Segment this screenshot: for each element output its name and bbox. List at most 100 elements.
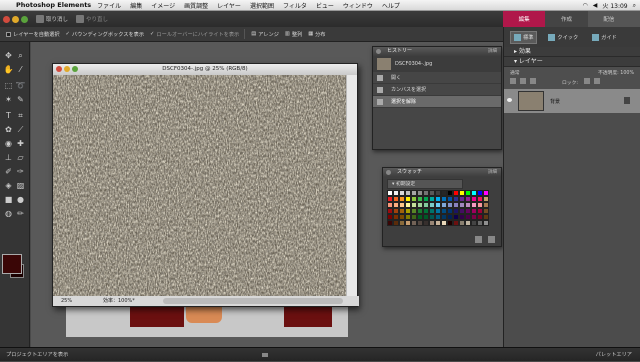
highlight-rollover-option[interactable]: ✓ ロールオーバーにハイライトを表示 (150, 31, 239, 38)
history-menu-button[interactable]: 詳細 (488, 47, 497, 56)
gradient-tool-icon[interactable]: ▨ (15, 180, 26, 191)
pencil-tool-icon[interactable]: ✏ (15, 208, 26, 219)
sponge-tool-icon[interactable]: ◍ (3, 208, 14, 219)
close-document-icon[interactable] (56, 66, 62, 72)
eye-icon[interactable] (507, 98, 512, 102)
tab-share[interactable]: 配信 (587, 11, 630, 27)
minimize-document-icon[interactable] (64, 66, 70, 72)
brush-tool-icon[interactable]: ✐ (3, 166, 14, 177)
menu-select[interactable]: 選択範囲 (250, 1, 274, 10)
lasso-tool-icon[interactable]: ➰ (15, 80, 26, 91)
auto-select-checkbox[interactable] (6, 31, 11, 37)
menu-help[interactable]: ヘルプ (382, 1, 400, 10)
swatches-panel-header[interactable]: スウォッチ 詳細 (383, 168, 501, 177)
hand-tool-icon[interactable]: ✋ (3, 64, 14, 75)
quick-edit-label: クイック (557, 34, 579, 41)
swatch-preset-select[interactable]: ▾ 初期設定 (387, 179, 463, 189)
show-bbox-option[interactable]: ✓ バウンディングボックスを表示 (66, 31, 144, 38)
eyedropper-tool-icon[interactable]: ⁄ (15, 64, 26, 75)
quick-edit-button[interactable]: クイック (545, 32, 581, 43)
delete-layer-icon[interactable] (530, 78, 536, 84)
close-panel-icon[interactable] (386, 170, 391, 175)
type-tool-icon[interactable]: T (3, 110, 14, 121)
minimize-window-icon[interactable] (12, 15, 19, 23)
guided-edit-button[interactable]: ガイド (589, 32, 620, 43)
history-snapshot[interactable]: DSCF0304-.jpg (373, 56, 501, 72)
spotlight-icon[interactable]: ⌕ (633, 2, 636, 10)
image-strip (130, 307, 184, 327)
adjustment-layer-icon[interactable] (520, 78, 526, 84)
tab-create[interactable]: 作成 (545, 11, 588, 27)
palette-bin-toggle[interactable]: パレットエリア (596, 348, 632, 362)
smart-brush-tool-icon[interactable]: ✑ (15, 166, 26, 177)
resize-handle-icon[interactable] (262, 353, 268, 357)
zoom-document-icon[interactable] (72, 66, 78, 72)
layers-section-header[interactable]: ▾ レイヤー (504, 57, 640, 67)
eraser-tool-icon[interactable]: ▱ (15, 152, 26, 163)
blur-tool-icon[interactable]: ● (15, 194, 26, 205)
straighten-tool-icon[interactable]: ⟋ (15, 124, 26, 135)
lock-transparency-icon[interactable] (584, 78, 590, 84)
swatches-menu-button[interactable]: 詳細 (488, 168, 497, 177)
blend-mode-select[interactable]: 通常 (510, 69, 520, 76)
history-state-deselect[interactable]: 選択を解除 (373, 96, 501, 108)
zoom-level[interactable]: 25% (61, 296, 72, 306)
lock-all-icon[interactable] (594, 78, 600, 84)
zoom-window-icon[interactable] (21, 15, 28, 23)
zoom-tool-icon[interactable]: ⌕ (15, 50, 26, 61)
show-project-bin-toggle[interactable]: プロジェクトエリアを表示 (6, 348, 68, 362)
selection-brush-tool-icon[interactable]: ✎ (15, 94, 26, 105)
cookie-cutter-tool-icon[interactable]: ✿ (3, 124, 14, 135)
marquee-tool-icon[interactable]: ⬚ (3, 80, 14, 91)
menu-filter[interactable]: フィルタ (283, 1, 307, 10)
menu-window[interactable]: ウィンドウ (343, 1, 373, 10)
paint-bucket-tool-icon[interactable]: ◈ (3, 180, 14, 191)
foreground-color-swatch[interactable] (2, 254, 22, 274)
shape-tool-icon[interactable]: ■ (3, 194, 14, 205)
menu-image[interactable]: イメージ (151, 1, 175, 10)
bottom-bar: プロジェクトエリアを表示 パレットエリア (0, 347, 640, 361)
effects-section-header[interactable]: ▸ 効果 (504, 47, 640, 57)
arrange-button[interactable]: ▤ アレンジ (251, 31, 279, 38)
close-panel-icon[interactable] (376, 49, 381, 54)
panel-close-icon[interactable] (629, 11, 640, 27)
menu-enhance[interactable]: 画質調整 (184, 1, 208, 10)
close-window-icon[interactable] (3, 15, 10, 23)
new-layer-icon[interactable] (510, 78, 516, 84)
spot-healing-tool-icon[interactable]: ✚ (15, 138, 26, 149)
horizontal-scrollbar[interactable] (163, 298, 343, 304)
standard-edit-button[interactable]: 標準 (510, 30, 538, 44)
undo-button[interactable]: 取り消し (36, 15, 68, 23)
clone-stamp-tool-icon[interactable]: ⊥ (3, 152, 14, 163)
menu-view[interactable]: ビュー (316, 1, 334, 10)
document-titlebar[interactable]: DSCF0304-.jpg @ 25% (RGB/8) (53, 64, 357, 75)
auto-select-layer-option[interactable]: レイヤーを自動選択 (6, 31, 60, 38)
distribute-button[interactable]: ▦ 分布 (308, 31, 325, 38)
new-swatch-icon[interactable] (475, 236, 482, 243)
layer-row-background[interactable]: 背景 (504, 89, 640, 113)
document-window[interactable]: DSCF0304-.jpg @ 25% (RGB/8) 25% 効率：100%* (52, 63, 359, 307)
history-state-canvas[interactable]: カンバスを選択 (373, 84, 501, 96)
menu-file[interactable]: ファイル (97, 1, 121, 10)
history-state-open[interactable]: 開く (373, 72, 501, 84)
red-eye-tool-icon[interactable]: ◉ (3, 138, 14, 149)
volume-icon[interactable]: ◀ (593, 2, 598, 9)
photo-canvas[interactable] (53, 75, 347, 298)
magic-wand-tool-icon[interactable]: ✶ (3, 94, 14, 105)
crop-tool-icon[interactable]: ⌗ (15, 110, 26, 121)
menu-layer[interactable]: レイヤー (217, 1, 241, 10)
clock[interactable]: 火 13:09 (602, 1, 627, 10)
color-swatch[interactable] (483, 220, 489, 226)
vertical-scrollbar[interactable] (346, 75, 357, 298)
history-panel-header[interactable]: ヒストリー 詳細 (373, 47, 501, 56)
app-menu[interactable]: Photoshop Elements (16, 1, 91, 9)
opacity-field[interactable]: 不透明度: 100% (598, 69, 634, 76)
align-button[interactable]: ▥ 整列 (285, 31, 302, 38)
move-tool-icon[interactable]: ✥ (3, 50, 14, 61)
wifi-icon[interactable]: ◠ (583, 2, 588, 9)
background-document[interactable] (66, 307, 348, 337)
menu-edit[interactable]: 編集 (130, 1, 142, 10)
tab-edit[interactable]: 編集 (503, 11, 546, 27)
trash-icon[interactable] (488, 236, 495, 243)
redo-button[interactable]: やり直し (76, 15, 108, 23)
